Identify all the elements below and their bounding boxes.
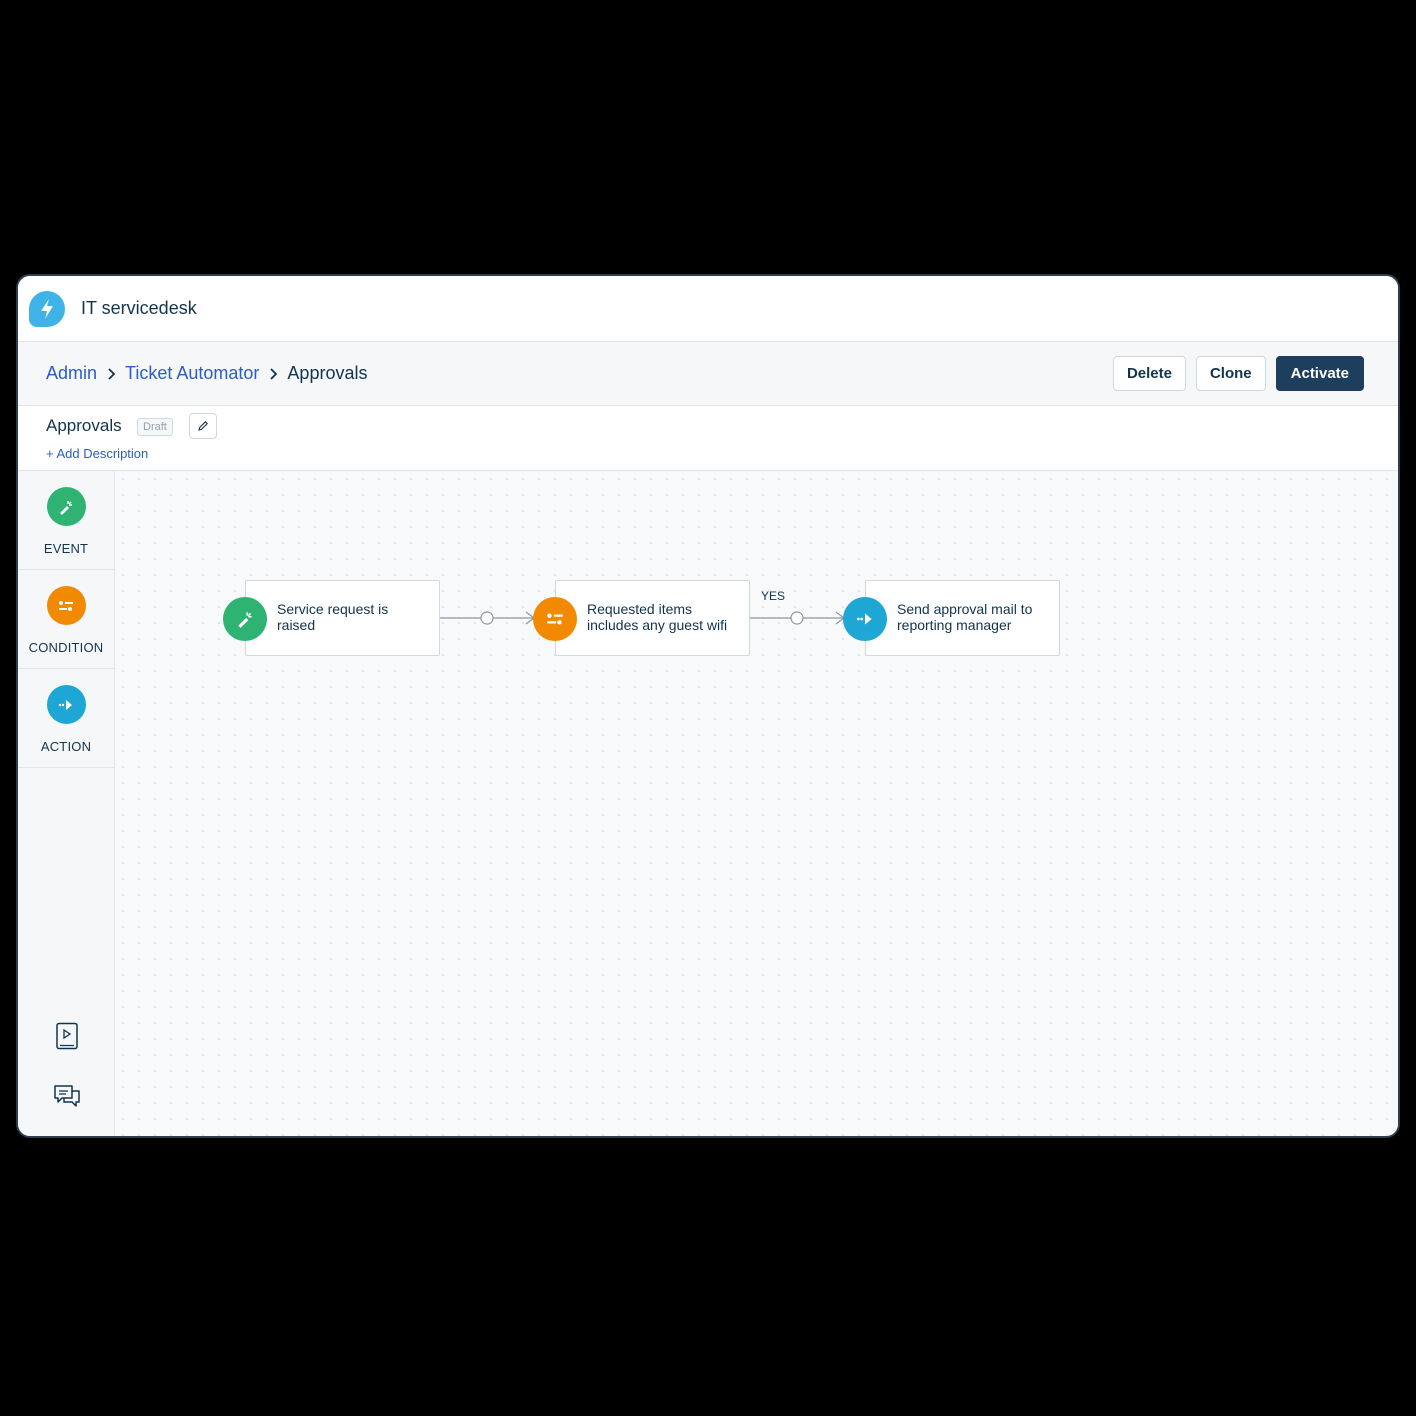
breadcrumb-bar: Admin Ticket Automator Approvals Delete … (18, 342, 1398, 406)
breadcrumb: Admin Ticket Automator Approvals (46, 363, 367, 384)
action-node-text: Send approval mail to reporting manager (897, 601, 1033, 633)
node-palette-sidebar: EVENT CONDITION ACTION (18, 471, 115, 1136)
condition-icon (46, 586, 86, 625)
condition-icon (533, 597, 577, 641)
event-node-text: Service request is raised (277, 601, 389, 633)
chevron-right-icon (269, 367, 278, 380)
chat-icon[interactable] (18, 1083, 115, 1109)
app-window: IT servicedesk Admin Ticket Automator Ap… (16, 274, 1400, 1138)
freshservice-logo-icon[interactable] (29, 290, 65, 327)
palette-condition[interactable]: CONDITION (18, 570, 114, 669)
event-icon (223, 597, 267, 641)
palette-event[interactable]: EVENT (18, 471, 114, 570)
palette-action[interactable]: ACTION (18, 669, 114, 768)
breadcrumb-ticket-automator[interactable]: Ticket Automator (125, 363, 259, 384)
chevron-right-icon (107, 367, 116, 380)
delete-button[interactable]: Delete (1112, 356, 1186, 391)
palette-action-label: ACTION (40, 739, 92, 754)
edit-name-button[interactable] (189, 413, 217, 439)
top-bar: IT servicedesk (18, 276, 1398, 342)
app-title: IT servicedesk (81, 298, 197, 318)
breadcrumb-current: Approvals (287, 363, 368, 383)
connector-handle (790, 611, 804, 625)
branch-label-yes: YES (761, 589, 786, 603)
palette-condition-label: CONDITION (28, 640, 104, 655)
add-description-link[interactable]: + Add Description (46, 446, 148, 461)
status-badge: Draft (137, 418, 173, 436)
condition-node-text: Requested items includes any guest wifi (587, 601, 728, 633)
connector-handle (480, 611, 494, 625)
action-icon (843, 597, 887, 641)
event-icon (46, 487, 86, 526)
clone-button[interactable]: Clone (1195, 356, 1266, 391)
event-node[interactable]: Service request is raised (223, 580, 440, 656)
video-tutorial-icon[interactable] (18, 1022, 115, 1050)
breadcrumb-admin[interactable]: Admin (46, 363, 97, 384)
workflow-name: Approvals (46, 416, 122, 435)
workflow-canvas[interactable]: YES Service request is raised Requested … (115, 471, 1398, 1136)
pencil-icon (198, 421, 208, 431)
workflow-title-bar: Approvals Draft + Add Description (18, 406, 1398, 471)
header-actions: Delete Clone Activate (1112, 356, 1364, 391)
connectors (440, 611, 846, 625)
palette-event-label: EVENT (43, 541, 89, 556)
condition-node[interactable]: Requested items includes any guest wifi (533, 580, 750, 656)
action-node[interactable]: Send approval mail to reporting manager (843, 580, 1060, 656)
action-icon (46, 685, 86, 724)
activate-button[interactable]: Activate (1275, 356, 1364, 391)
